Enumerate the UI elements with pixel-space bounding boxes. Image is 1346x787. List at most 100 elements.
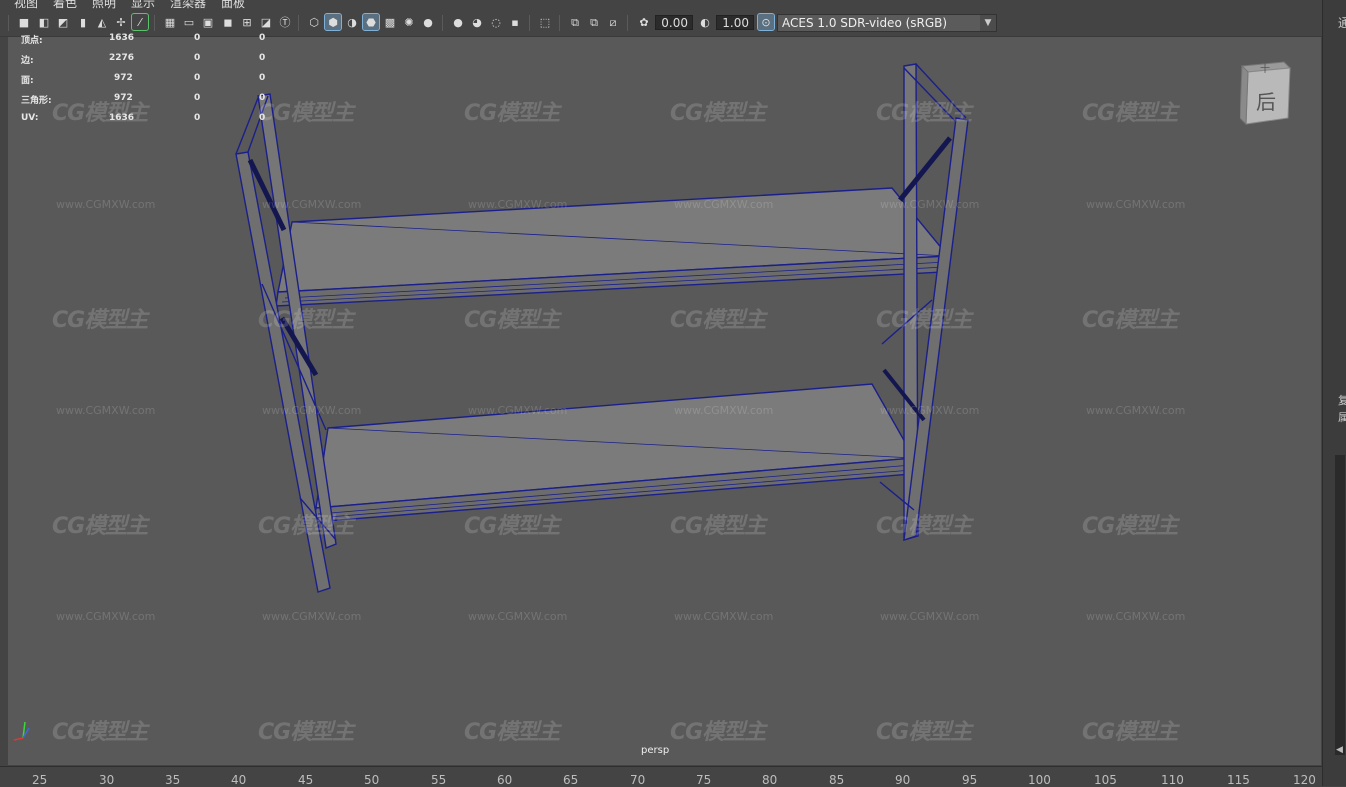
xray-joints-icon[interactable]: ⧉: [586, 14, 602, 30]
safe-action-icon[interactable]: ◪: [258, 14, 274, 30]
camera-name-label: persp: [641, 745, 670, 756]
view-cube-face-label: 后: [1256, 90, 1276, 114]
toolbar-separator: [529, 15, 530, 31]
timeline-tick-label: 35: [165, 773, 181, 787]
hud-value: 0: [259, 53, 266, 63]
xray-active-components-icon[interactable]: ⧄: [605, 14, 621, 30]
side-tab[interactable]: 属: [1338, 409, 1346, 426]
side-tab[interactable]: 复: [1338, 392, 1346, 409]
screen-space-ao-icon[interactable]: ●: [450, 14, 466, 30]
toolbar-separator: [298, 15, 299, 31]
default-material-icon[interactable]: ◑: [344, 14, 360, 30]
view-cube[interactable]: 十 后: [1239, 60, 1292, 126]
view-transform-dropdown[interactable]: ACES 1.0 SDR-video (sRGB) ▼: [777, 14, 997, 32]
hud-value: 0: [194, 33, 201, 43]
use-all-lights-icon[interactable]: ✺: [401, 14, 417, 30]
paint-brush-icon[interactable]: ⁄: [131, 13, 149, 31]
channel-box-tab[interactable]: 通: [1338, 14, 1346, 31]
select-camera-icon[interactable]: ■: [16, 14, 32, 30]
collapse-arrow-icon[interactable]: ◀: [1336, 745, 1343, 755]
menu-renderer[interactable]: 渲染器: [170, 0, 206, 10]
timeline-tick-label: 30: [99, 773, 115, 787]
timeline-tick-label: 55: [431, 773, 447, 787]
textured-icon[interactable]: ▩: [382, 14, 398, 30]
timeline-tick-label: 50: [364, 773, 380, 787]
timeline-tick-label: 70: [630, 773, 646, 787]
grid-toggle-icon[interactable]: ▦: [162, 14, 178, 30]
hud-value: 0: [194, 53, 201, 63]
shadows-icon[interactable]: ●: [420, 14, 436, 30]
depth-of-field-icon[interactable]: ▪: [507, 14, 523, 30]
hud-value: 972: [114, 73, 133, 83]
hud-value: 0: [194, 113, 201, 123]
hud-value: 972: [114, 93, 133, 103]
timeline-tick-label: 95: [962, 773, 978, 787]
gamma-field[interactable]: 1.00: [716, 15, 754, 30]
timeline-tick-label: 65: [563, 773, 579, 787]
hud-label: 三角形:: [21, 96, 52, 106]
toolbar-separator: [627, 15, 628, 31]
gamma-icon[interactable]: ◐: [697, 14, 713, 30]
side-scrollbar[interactable]: [1335, 455, 1345, 755]
perspective-viewport[interactable]: [8, 37, 1321, 765]
wireframe-on-shaded-icon[interactable]: ⬣: [362, 13, 380, 31]
resolution-gate-icon[interactable]: ▣: [200, 14, 216, 30]
menu-lighting[interactable]: 照明: [92, 0, 116, 10]
timeline-tick-label: 25: [32, 773, 48, 787]
timeline-tick-label: 105: [1094, 773, 1117, 787]
timeline-tick-label: 100: [1028, 773, 1051, 787]
camera-attributes-icon[interactable]: ◧: [36, 14, 52, 30]
side-tabs: 复 属: [1338, 392, 1346, 426]
hud-row-faces: 面: 972 0 0: [21, 73, 301, 86]
top-shelf: [275, 187, 950, 307]
hud-label: 面:: [21, 76, 34, 86]
view-transform-value: ACES 1.0 SDR-video (sRGB): [782, 16, 948, 30]
time-slider[interactable]: 25 30 35 40 45 50 55 60 65 70 75 80 85 9…: [0, 766, 1322, 787]
toolbar-separator: [154, 15, 155, 31]
motion-blur-icon[interactable]: ◕: [469, 14, 485, 30]
hud-label: 边:: [21, 56, 34, 66]
grease-pencil-icon[interactable]: ✢: [113, 14, 129, 30]
exposure-icon[interactable]: ✿: [636, 14, 652, 30]
timeline-tick-label: 40: [231, 773, 247, 787]
bottom-shelf: [313, 383, 916, 523]
timeline-tick-label: 80: [762, 773, 778, 787]
safe-title-icon[interactable]: Ⓣ: [277, 14, 293, 30]
isolate-select-icon[interactable]: ⬚: [537, 14, 553, 30]
menu-shading[interactable]: 着色: [53, 0, 77, 10]
film-gate-icon[interactable]: ▭: [181, 14, 197, 30]
field-chart-icon[interactable]: ⊞: [239, 14, 255, 30]
shelf-model-wireframe[interactable]: [8, 37, 1321, 765]
hud-value: 2276: [109, 53, 135, 63]
multisample-aa-icon[interactable]: ◌: [488, 14, 504, 30]
exposure-field[interactable]: 0.00: [655, 15, 693, 30]
timeline-tick-label: 85: [829, 773, 845, 787]
toolbar-separator: [442, 15, 443, 31]
axis-gizmo-icon: [11, 716, 37, 742]
timeline-tick-label: 45: [298, 773, 314, 787]
gate-mask-icon[interactable]: ◼: [220, 14, 236, 30]
hud-label: 顶点:: [21, 36, 43, 46]
timeline-tick-label: 90: [895, 773, 911, 787]
menu-panels[interactable]: 面板: [221, 0, 245, 10]
chevron-down-icon[interactable]: ▼: [980, 15, 996, 31]
hud-value: 0: [259, 113, 266, 123]
two-d-pan-icon[interactable]: ◭: [94, 14, 110, 30]
hud-value: 0: [259, 33, 266, 43]
toolbar-separator: [559, 15, 560, 31]
wireframe-icon[interactable]: ⬡: [306, 14, 322, 30]
image-plane-icon[interactable]: ▮: [75, 14, 91, 30]
menu-view[interactable]: 视图: [14, 0, 38, 10]
hud-row-edges: 边: 2276 0 0: [21, 53, 301, 66]
menu-show[interactable]: 显示: [131, 0, 155, 10]
toolbar-separator: [8, 15, 9, 31]
left-frame: [235, 93, 337, 593]
xray-icon[interactable]: ⧉: [567, 14, 583, 30]
timeline-tick-label: 75: [696, 773, 712, 787]
smooth-shade-icon[interactable]: ⬢: [324, 13, 342, 31]
hud-row-triangles: 三角形: 972 0 0: [21, 93, 301, 106]
bookmark-icon[interactable]: ◩: [55, 14, 71, 30]
timeline-tick-label: 60: [497, 773, 513, 787]
timeline-tick-label: 115: [1227, 773, 1250, 787]
color-management-icon[interactable]: ⊙: [757, 13, 775, 31]
